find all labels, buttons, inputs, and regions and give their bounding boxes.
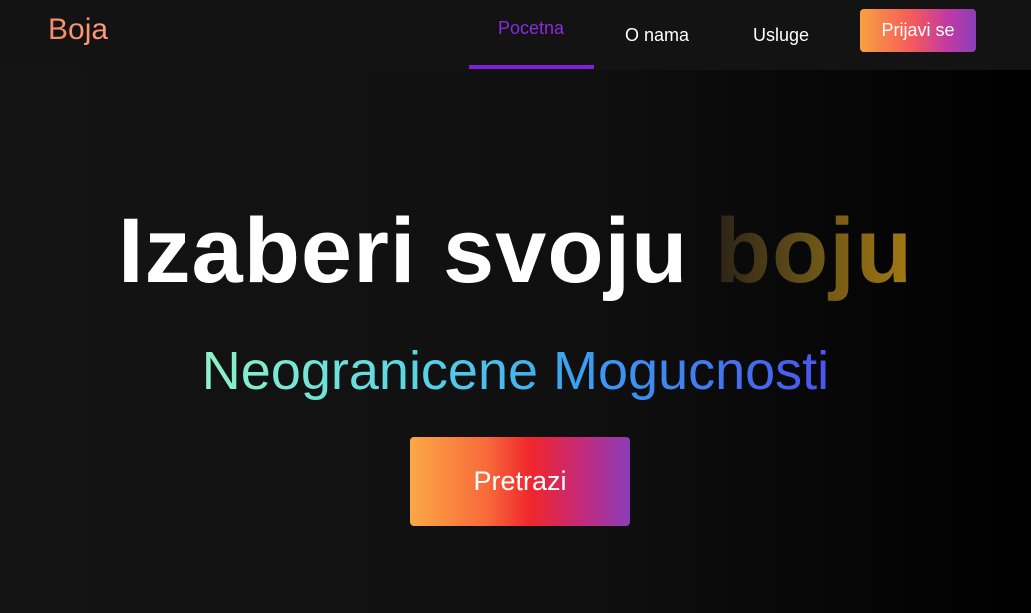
page: Boja Pocetna O nama Usluge Prijavi se Iz… [0, 0, 1031, 613]
nav-item-label: Usluge [752, 24, 810, 45]
search-button-label: Pretrazi [473, 466, 567, 496]
active-nav-underline [469, 65, 594, 69]
nav-item-label: Pocetna [497, 18, 565, 38]
nav-item-pocetna[interactable]: Pocetna [469, 0, 593, 70]
hero-title-accent: boju [714, 200, 914, 302]
nav-item-usluge[interactable]: Usluge [719, 0, 843, 70]
nav-item-o-nama[interactable]: O nama [595, 0, 719, 70]
hero-subtitle: Neogranicene Mogucnosti [0, 338, 1031, 404]
hero-title: Izaberi svoju boju [0, 196, 1031, 306]
nav-item-label: O nama [624, 24, 690, 45]
login-button-label: Prijavi se [881, 20, 955, 40]
logo[interactable]: Boja [48, 13, 108, 47]
search-button[interactable]: Pretrazi [410, 437, 630, 526]
hero-title-main: Izaberi svoju [117, 200, 689, 302]
navbar: Boja Pocetna O nama Usluge Prijavi se [0, 0, 1031, 70]
login-button[interactable]: Prijavi se [860, 9, 976, 52]
hero-subtitle-text: Neogranicene Mogucnosti [201, 341, 830, 401]
